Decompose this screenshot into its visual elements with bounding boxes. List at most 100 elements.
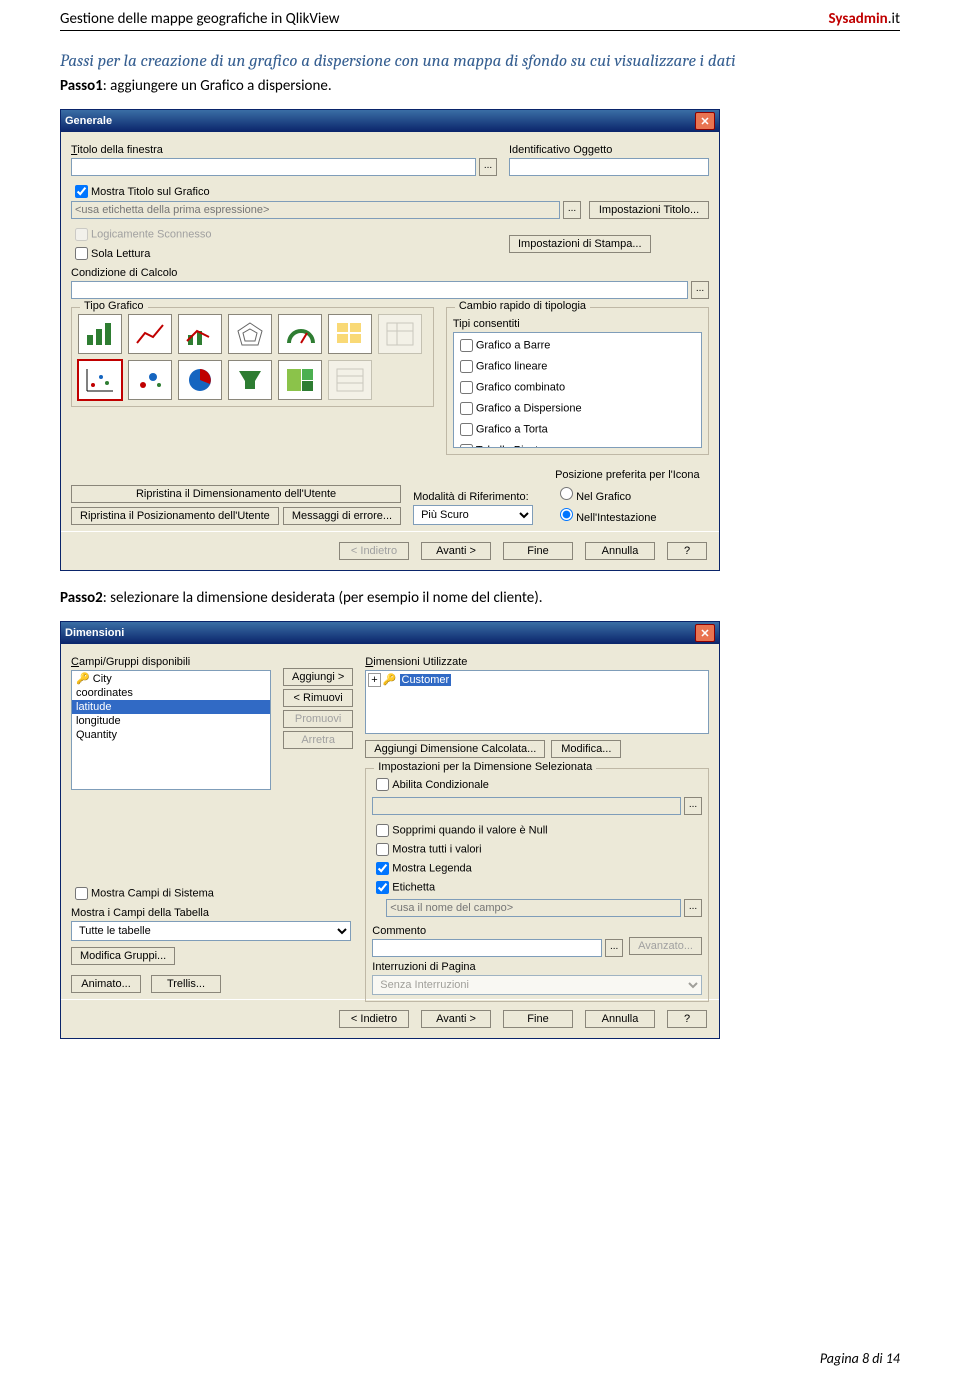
lbl-modalita-rif: Modalità di Riferimento: — [413, 491, 533, 503]
modalita-rif-select[interactable]: Più Scuro — [413, 505, 533, 525]
chk-sola-lettura[interactable]: Sola Lettura — [71, 248, 150, 260]
help-button[interactable]: ? — [667, 1010, 707, 1028]
pivot-table-icon[interactable] — [378, 314, 422, 354]
radio-nel-grafico[interactable]: Nel Grafico — [555, 483, 709, 504]
next-button[interactable]: Avanti > — [421, 542, 491, 560]
gauge-chart-icon[interactable] — [278, 314, 322, 354]
back-button[interactable]: < Indietro — [339, 542, 409, 560]
dialog-dimensioni: Dimensioni ✕ Campi/Gruppi disponibili 🔑 … — [60, 621, 720, 1039]
scatter-chart-icon[interactable] — [78, 360, 122, 400]
reset-dim-button[interactable]: Ripristina il Dimensionamento dell'Utent… — [71, 485, 401, 503]
chk-mostra-legenda[interactable]: Mostra Legenda — [372, 859, 702, 878]
chart-types-list[interactable]: Grafico a Barre Grafico lineare Grafico … — [453, 332, 702, 448]
chk-logicamente-sconnesso: Logicamente Sconnesso — [71, 225, 497, 244]
chk-sopprimi-null[interactable]: Sopprimi quando il valore è Null — [372, 821, 702, 840]
dimensioni-utilizzate-tree[interactable]: +🔑 Customer — [365, 670, 709, 734]
grp-tipo-grafico: Tipo Grafico — [80, 300, 148, 312]
id-oggetto-input[interactable] — [509, 158, 709, 176]
cancel-button[interactable]: Annulla — [585, 542, 655, 560]
grp-cambio-rapido: Cambio rapido di tipologia — [455, 300, 590, 312]
agg-dim-calcolata-button[interactable]: Aggiungi Dimensione Calcolata... — [365, 740, 545, 758]
close-icon[interactable]: ✕ — [695, 624, 715, 642]
radar-chart-icon[interactable] — [228, 314, 272, 354]
condizionale-input[interactable] — [372, 797, 681, 815]
grid-chart-icon[interactable] — [328, 314, 372, 354]
help-button[interactable]: ? — [667, 542, 707, 560]
aggiungi-button[interactable]: Aggiungi > — [283, 668, 353, 686]
expr-editor-icon[interactable]: ... — [563, 201, 581, 219]
list-item: longitude — [72, 714, 270, 728]
interruzioni-select[interactable]: Senza Interruzioni — [372, 975, 702, 995]
grp-imp-dim-sel: Impostazioni per la Dimensione Seleziona… — [374, 761, 596, 773]
condizione-calcolo-input[interactable] — [71, 281, 688, 299]
doc-title: Gestione delle mappe geografiche in Qlik… — [60, 10, 339, 28]
expr-editor-icon[interactable]: ... — [605, 939, 623, 957]
chk-mostra-titolo[interactable]: Mostra Titolo sul Grafico — [71, 186, 210, 198]
combo-chart-icon[interactable] — [178, 314, 222, 354]
msg-errore-button[interactable]: Messaggi di errore... — [283, 507, 401, 525]
passo2-text: Passo2: selezionare la dimensione deside… — [60, 589, 900, 607]
avanzato-button[interactable]: Avanzato... — [629, 937, 702, 955]
lbl-commento: Commento — [372, 925, 623, 937]
expr-editor-icon[interactable]: ... — [479, 158, 497, 176]
etichetta-input[interactable] — [386, 899, 681, 917]
dialog-title: Dimensioni — [65, 627, 124, 639]
passo1-text: Passo1: aggiungere un Grafico a dispersi… — [60, 77, 900, 95]
lbl-titolo-finestra: Titolo della finestra — [71, 144, 497, 156]
expr-editor-icon[interactable]: ... — [691, 281, 709, 299]
bubble-chart-icon[interactable] — [128, 360, 172, 400]
chk-mostra-campi-sistema[interactable]: Mostra Campi di Sistema — [71, 884, 351, 903]
lbl-dimensioni-utilizzate: Dimensioni Utilizzate — [365, 656, 709, 668]
next-button[interactable]: Avanti > — [421, 1010, 491, 1028]
modifica-button[interactable]: Modifica... — [551, 740, 621, 758]
dialog-title: Generale — [65, 115, 112, 127]
pie-chart-icon[interactable] — [178, 360, 222, 400]
reset-pos-button[interactable]: Ripristina il Posizionamento dell'Utente — [71, 507, 279, 525]
expr-editor-icon[interactable]: ... — [684, 899, 702, 917]
tabelle-select[interactable]: Tutte le tabelle — [71, 921, 351, 941]
animato-button[interactable]: Animato... — [71, 975, 141, 993]
lbl-interruzioni: Interruzioni di Pagina — [372, 961, 702, 973]
campi-disponibili-list[interactable]: 🔑 City coordinates latitude longitude Qu… — [71, 670, 271, 790]
dialog-titlebar: Generale ✕ — [61, 110, 719, 132]
block-chart-icon[interactable] — [278, 360, 322, 400]
impostazioni-stampa-button[interactable]: Impostazioni di Stampa... — [509, 235, 651, 253]
rimuovi-button[interactable]: < Rimuovi — [283, 689, 353, 707]
lbl-campi-disponibili: Campi/Gruppi disponibili — [71, 656, 271, 668]
titolo-finestra-input[interactable] — [71, 158, 476, 176]
chk-mostra-tutti[interactable]: Mostra tutti i valori — [372, 840, 702, 859]
doc-brand: Sysadmin.it — [828, 10, 900, 28]
dialog-titlebar: Dimensioni ✕ — [61, 622, 719, 644]
chart-type-grid — [78, 314, 427, 400]
line-chart-icon[interactable] — [128, 314, 172, 354]
finish-button[interactable]: Fine — [503, 1010, 573, 1028]
chk-abilita-condizionale[interactable]: Abilita Condizionale — [372, 779, 489, 791]
intro-heading: Passi per la creazione di un grafico a d… — [60, 51, 900, 73]
list-item: latitude — [72, 700, 270, 714]
chk-etichetta[interactable]: Etichetta — [372, 878, 702, 897]
radio-intestazione[interactable]: Nell'Intestazione — [555, 504, 709, 525]
straight-table-icon[interactable] — [328, 360, 372, 400]
lbl-mostra-campi-tabella: Mostra i Campi della Tabella — [71, 907, 351, 919]
close-icon[interactable]: ✕ — [695, 112, 715, 130]
arretra-button[interactable]: Arretra — [283, 731, 353, 749]
list-item: 🔑 City — [72, 671, 270, 686]
doc-header: Gestione delle mappe geografiche in Qlik… — [60, 10, 900, 31]
cancel-button[interactable]: Annulla — [585, 1010, 655, 1028]
lbl-pos-icona: Posizione preferita per l'Icona — [555, 469, 709, 481]
list-item: Quantity — [72, 728, 270, 742]
commento-input[interactable] — [372, 939, 602, 957]
bar-chart-icon[interactable] — [78, 314, 122, 354]
list-item: coordinates — [72, 686, 270, 700]
promuovi-button[interactable]: Promuovi — [283, 710, 353, 728]
lbl-tipi-consentiti: Tipi consentiti — [453, 318, 702, 330]
trellis-button[interactable]: Trellis... — [151, 975, 221, 993]
impostazioni-titolo-button[interactable]: Impostazioni Titolo... — [589, 201, 709, 219]
back-button[interactable]: < Indietro — [339, 1010, 409, 1028]
page-footer: Pagina 8 di 14 — [820, 1350, 900, 1367]
finish-button[interactable]: Fine — [503, 542, 573, 560]
modifica-gruppi-button[interactable]: Modifica Gruppi... — [71, 947, 175, 965]
funnel-chart-icon[interactable] — [228, 360, 272, 400]
title-expr-input[interactable] — [71, 201, 560, 219]
expr-editor-icon[interactable]: ... — [684, 797, 702, 815]
